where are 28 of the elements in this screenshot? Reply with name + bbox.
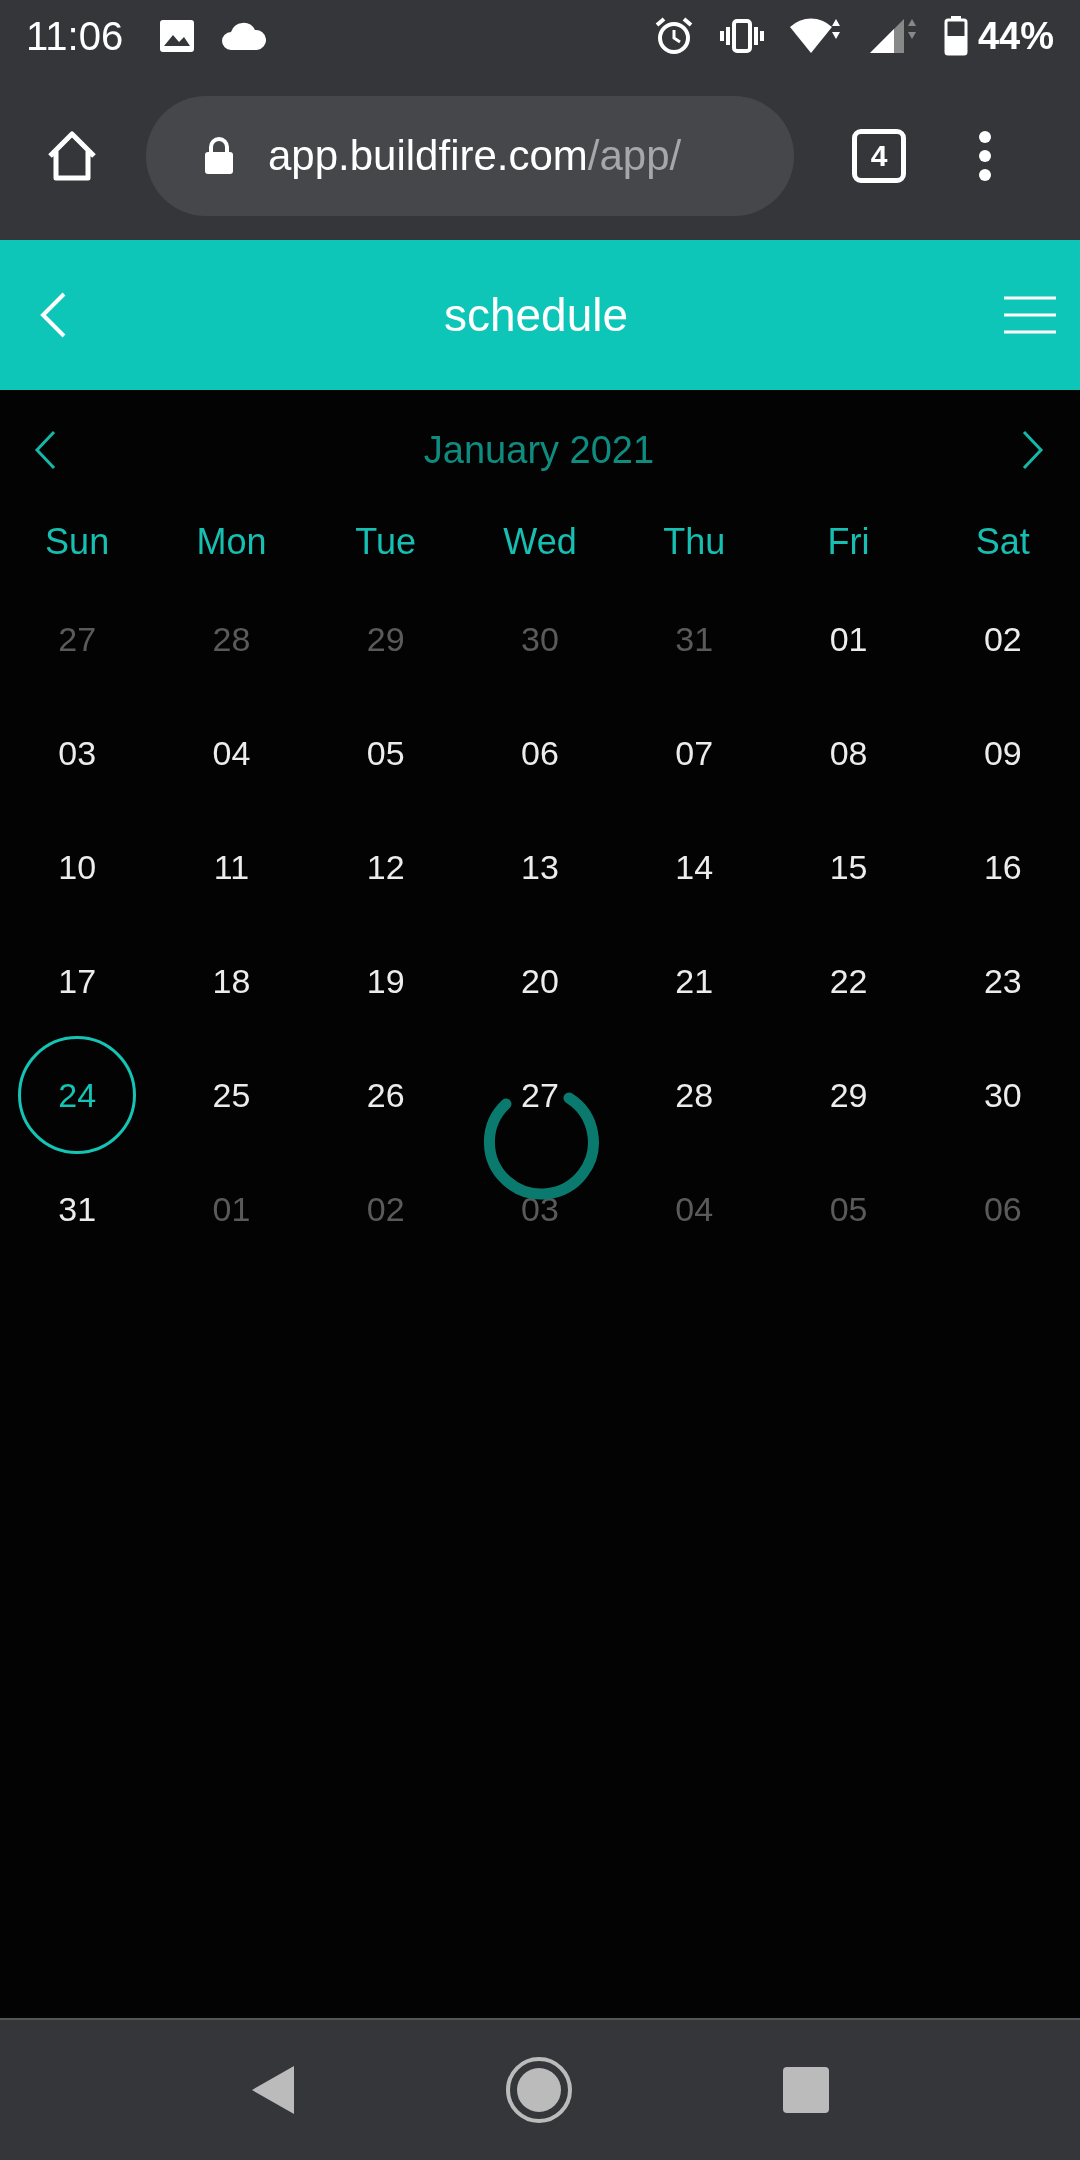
page-title: schedule bbox=[443, 288, 629, 342]
weekday-label: Wed bbox=[503, 521, 577, 563]
month-title: January 2021 bbox=[423, 428, 655, 472]
next-month-icon[interactable] bbox=[1022, 430, 1044, 470]
weekday-label: Sat bbox=[975, 521, 1030, 563]
battery-icon bbox=[943, 16, 968, 56]
weekday-label: Mon bbox=[196, 521, 267, 563]
recents-icon[interactable] bbox=[782, 2066, 830, 2114]
previous-month-icon[interactable] bbox=[34, 430, 56, 470]
address-bar[interactable]: app.buildfire.com/app/ bbox=[146, 96, 794, 216]
back-icon[interactable] bbox=[250, 2064, 296, 2116]
clock-time: 11:06 bbox=[26, 13, 124, 59]
weekday-label: Sun bbox=[45, 521, 110, 563]
day-number[interactable]: 24 bbox=[18, 1036, 137, 1154]
lock-icon bbox=[204, 137, 234, 175]
weekday-label: Tue bbox=[355, 521, 417, 563]
tab-count-button[interactable]: 4 bbox=[852, 129, 906, 183]
more-icon[interactable] bbox=[978, 130, 992, 182]
battery-percent: 44% bbox=[977, 14, 1054, 58]
wifi-icon bbox=[789, 17, 842, 55]
url-text: app.buildfire.com/app/ bbox=[268, 132, 682, 180]
cloud-icon bbox=[221, 21, 268, 51]
alarm-icon bbox=[653, 16, 694, 56]
home-icon[interactable] bbox=[505, 2056, 573, 2124]
image-icon bbox=[159, 19, 196, 53]
weekday-label: Thu bbox=[663, 521, 726, 563]
weekday-label: Fri bbox=[827, 521, 870, 563]
vibrate-icon bbox=[719, 18, 764, 54]
